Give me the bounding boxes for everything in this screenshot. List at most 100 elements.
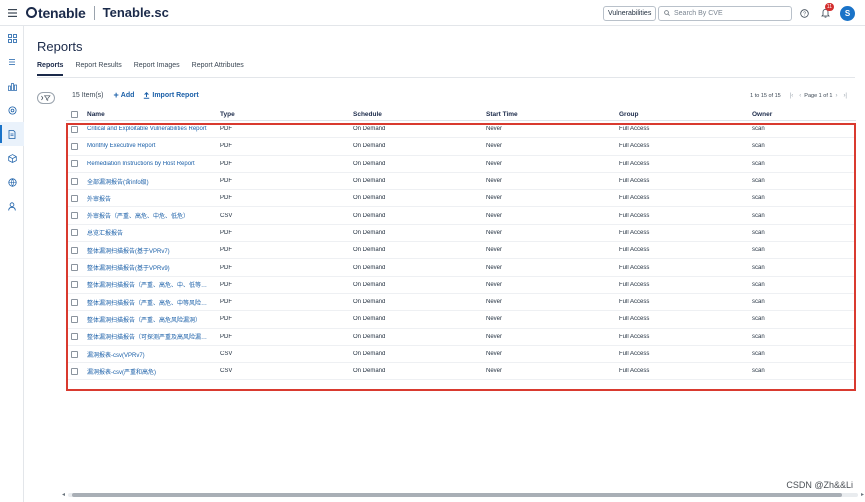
row-checkbox[interactable]: [71, 142, 78, 150]
row-checkbox[interactable]: [71, 367, 78, 375]
row-checkbox[interactable]: [71, 281, 78, 289]
tab-report-attributes[interactable]: Report Attributes: [192, 62, 244, 76]
header-group[interactable]: Group: [619, 111, 752, 118]
row-checkbox[interactable]: [71, 333, 78, 341]
notifications-button[interactable]: 11: [816, 0, 834, 26]
row-schedule: On Demand: [353, 126, 386, 133]
scroll-right-icon[interactable]: ▸: [861, 491, 864, 498]
add-button[interactable]: + Add: [114, 91, 135, 100]
table-body: Critical and Exploitable Vulnerabilities…: [66, 121, 856, 381]
nav-list[interactable]: [0, 50, 24, 74]
watermark: CSDN @Zh&&Li: [786, 480, 853, 490]
row-name[interactable]: 全部漏洞报告(含info级): [87, 177, 220, 186]
header-owner[interactable]: Owner: [752, 111, 856, 118]
help-button[interactable]: ?: [795, 0, 813, 26]
row-schedule: On Demand: [353, 178, 386, 185]
row-checkbox[interactable]: [71, 298, 78, 306]
table-row[interactable]: 整体漏洞扫描报告(基于VPRv9) PDF On Demand Never Full A…: [66, 259, 856, 277]
table-row[interactable]: 漏洞报表-csv(严重和高危) CSV On Demand Never Full Acc…: [66, 363, 856, 381]
row-checkbox[interactable]: [71, 350, 78, 358]
row-start-time: Never: [486, 333, 503, 340]
nav-dashboard[interactable]: [0, 26, 24, 50]
table-row[interactable]: Remediation Instructions by Host Report P…: [66, 156, 856, 173]
row-name[interactable]: 整体漏洞扫描报告（严重、高危、中、低等…: [87, 280, 220, 289]
first-page-icon[interactable]: |‹: [790, 93, 794, 99]
header-name[interactable]: Name: [87, 111, 220, 118]
bar-chart-icon: [7, 82, 17, 91]
scope-select[interactable]: Vulnerabilities: [603, 5, 656, 21]
row-start-time: Never: [486, 316, 503, 323]
row-name[interactable]: 整体漏洞扫描报告(基于VPRv7): [87, 246, 220, 255]
table-row[interactable]: 全部漏洞报告(含info级) PDF On Demand Never Full Acce…: [66, 173, 856, 191]
row-name[interactable]: Critical and Exploitable Vulnerabilities…: [87, 126, 220, 132]
filter-toggle-button[interactable]: [37, 92, 55, 104]
table-row[interactable]: 总览汇报报告 PDF On Demand Never Full Access scan: [66, 225, 856, 243]
row-name[interactable]: 漏洞报表-csv(VPRv7): [87, 350, 220, 359]
nav-scans[interactable]: [0, 98, 24, 122]
scroll-left-icon[interactable]: ◂: [62, 491, 65, 498]
table-row[interactable]: 整体漏洞扫描报告（严重、高危风险漏洞） PDF On Demand Never Full…: [66, 311, 856, 329]
row-type: PDF: [220, 195, 232, 202]
tab-reports[interactable]: Reports: [37, 62, 64, 76]
row-schedule: On Demand: [353, 195, 386, 202]
row-name[interactable]: 整体漏洞扫描报告（可探测严重及高风险漏…: [87, 332, 220, 341]
row-checkbox[interactable]: [71, 229, 78, 237]
product-name: Tenable.sc: [102, 5, 169, 20]
tab-report-results[interactable]: Report Results: [75, 62, 121, 76]
scrollbar-thumb[interactable]: [72, 493, 842, 497]
tab-report-images[interactable]: Report Images: [134, 62, 180, 76]
row-name[interactable]: 漏洞报表-csv(严重和高危): [87, 367, 220, 376]
table-row[interactable]: 整体漏洞扫描报告(基于VPRv7) PDF On Demand Never Full A…: [66, 242, 856, 260]
row-checkbox[interactable]: [71, 194, 78, 202]
import-report-button[interactable]: Import Report: [143, 92, 199, 99]
search-input[interactable]: Search By CVE: [658, 5, 792, 21]
dashboard-icon: [7, 33, 17, 43]
row-checkbox[interactable]: [71, 177, 78, 185]
row-name[interactable]: Remediation Instructions by Host Report: [87, 161, 220, 167]
row-checkbox[interactable]: [71, 212, 78, 220]
row-name[interactable]: 总览汇报报告: [87, 228, 220, 237]
table-row[interactable]: 漏洞报表-csv(VPRv7) CSV On Demand Never Full Acc…: [66, 346, 856, 364]
row-select-cell: [66, 315, 87, 323]
reports-table: Name Type Schedule Start Time Group Owne…: [66, 108, 856, 381]
header-schedule[interactable]: Schedule: [353, 111, 486, 118]
nav-users[interactable]: [0, 194, 24, 218]
row-group: Full Access: [619, 195, 650, 202]
logo-divider: [93, 5, 95, 20]
row-checkbox[interactable]: [71, 160, 78, 168]
prev-page-icon[interactable]: ‹: [799, 93, 801, 99]
header-start-time[interactable]: Start Time: [486, 111, 619, 118]
select-all-cell: [66, 110, 87, 118]
table-row[interactable]: 整体漏洞扫描报告（可探测严重及高风险漏… PDF On Demand Never Ful…: [66, 329, 856, 346]
table-row[interactable]: 外审报告（严重、高危、中危、低危） CSV On Demand Never Full A…: [66, 207, 856, 225]
row-checkbox[interactable]: [71, 246, 78, 254]
nav-analysis[interactable]: [0, 74, 24, 98]
row-name[interactable]: Monthly Executive Report: [87, 143, 220, 149]
table-row[interactable]: 整体漏洞扫描报告（严重、高危、中等风险… PDF On Demand Never Ful…: [66, 294, 856, 312]
svg-text:?: ?: [803, 11, 806, 17]
row-checkbox[interactable]: [71, 315, 78, 323]
table-row[interactable]: Critical and Exploitable Vulnerabilities…: [66, 121, 856, 139]
nav-repositories[interactable]: [0, 170, 24, 194]
row-name[interactable]: 外审报告（严重、高危、中危、低危）: [87, 211, 220, 220]
table-row[interactable]: 外审报告 PDF On Demand Never Full Access scan: [66, 190, 856, 208]
nav-reports[interactable]: [0, 122, 24, 146]
table-row[interactable]: Monthly Executive Report PDF On Demand Neve…: [66, 138, 856, 156]
select-all-checkbox[interactable]: [71, 110, 78, 118]
row-name[interactable]: 外审报告: [87, 194, 220, 203]
horizontal-scrollbar[interactable]: ◂ ▸: [62, 492, 864, 498]
row-name[interactable]: 整体漏洞扫描报告(基于VPRv9): [87, 263, 220, 272]
nav-assets[interactable]: [0, 146, 24, 170]
menu-icon[interactable]: [0, 0, 24, 26]
row-name[interactable]: 整体漏洞扫描报告（严重、高危、中等风险…: [87, 298, 220, 307]
last-page-icon[interactable]: ›|: [843, 93, 847, 99]
row-checkbox[interactable]: [71, 264, 78, 272]
top-bar: tenable Tenable.sc Vulnerabilities Searc…: [0, 0, 865, 26]
row-checkbox[interactable]: [71, 125, 78, 133]
header-type[interactable]: Type: [220, 111, 353, 118]
next-page-icon[interactable]: ›: [835, 93, 837, 99]
table-row[interactable]: 整体漏洞扫描报告（严重、高危、中、低等… PDF On Demand Never Ful…: [66, 277, 856, 294]
row-name[interactable]: 整体漏洞扫描报告（严重、高危风险漏洞）: [87, 315, 220, 324]
tenable-logo[interactable]: tenable: [26, 5, 86, 21]
avatar[interactable]: S: [840, 5, 855, 21]
